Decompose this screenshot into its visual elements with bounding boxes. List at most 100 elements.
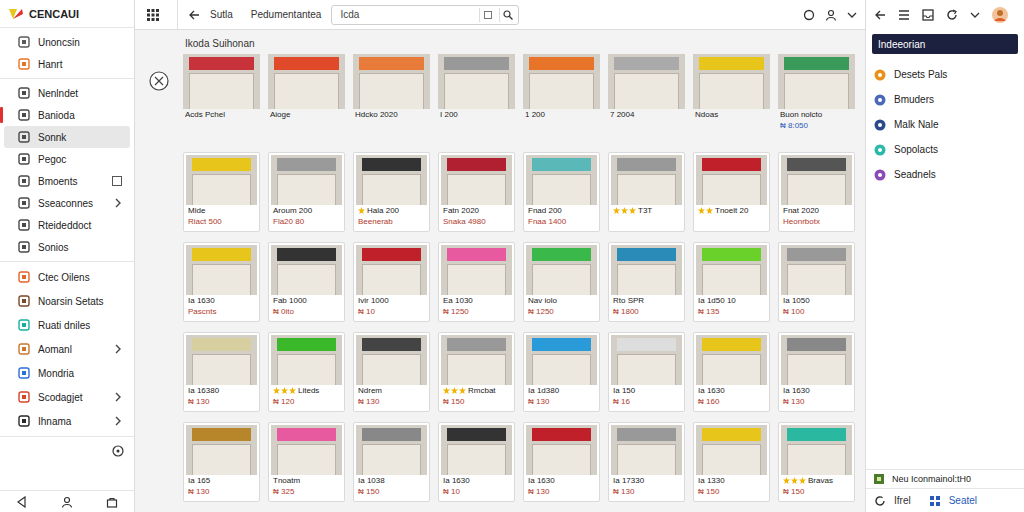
sidebar-item[interactable]: Bmoents <box>4 170 130 192</box>
sidebar-item[interactable]: Rteideddoct <box>4 214 130 236</box>
product-card[interactable]: Ia 1630₦ 10 <box>438 422 515 502</box>
product-card[interactable]: Acds Pchel <box>183 54 260 131</box>
sidebar-item[interactable]: Ihnama <box>4 409 130 433</box>
item-checkbox[interactable] <box>112 176 122 186</box>
product-card[interactable]: Ivir 1000₦ 10 <box>353 242 430 322</box>
bag-icon[interactable] <box>106 496 118 508</box>
add-circle-icon[interactable] <box>112 445 124 457</box>
sidebar-item[interactable]: Sonnk <box>4 126 130 148</box>
sidebar-item[interactable]: Nenlndet <box>4 82 130 104</box>
product-card[interactable]: Rmcbat₦ 150 <box>438 332 515 412</box>
clear-button[interactable] <box>479 8 495 22</box>
sidebar-item[interactable]: Sseaconnes <box>4 192 130 214</box>
panel-item-label: Malk Nale <box>894 119 938 130</box>
product-card[interactable]: Aroum 200Fla20 80 <box>268 152 345 232</box>
product-card[interactable]: Ia 1630₦ 130 <box>778 332 855 412</box>
panel-item[interactable]: Bmuders <box>866 87 1024 112</box>
inbox-icon[interactable] <box>922 9 934 21</box>
back-arrow-icon[interactable] <box>874 9 886 21</box>
product-card[interactable]: I 200 <box>438 54 515 131</box>
product-card[interactable]: Fnad 200Fnaa 1400 <box>523 152 600 232</box>
panel-item[interactable]: Malk Nale <box>866 112 1024 137</box>
tools-circle-icon[interactable] <box>149 71 169 91</box>
chevron-right-icon[interactable] <box>114 344 122 354</box>
product-card[interactable]: Ndoas <box>693 54 770 131</box>
sidebar-item[interactable]: Pegoc <box>4 148 130 170</box>
product-card[interactable]: Ndrem₦ 130 <box>353 332 430 412</box>
product-card[interactable]: Nav iolo₦ 1250 <box>523 242 600 322</box>
product-card[interactable]: Ia 150₦ 16 <box>608 332 685 412</box>
product-card[interactable]: MideRiact 500 <box>183 152 260 232</box>
panel-footer[interactable]: Neu Iconmainol:tH0 <box>866 469 1024 488</box>
sidebar-item[interactable]: Noarsin Setats <box>4 289 130 313</box>
product-card[interactable]: Tnoelt 20 <box>693 152 770 232</box>
product-card[interactable]: 1 200 <box>523 54 600 131</box>
apps-icon[interactable] <box>929 495 941 507</box>
product-card[interactable]: Liteds₦ 120 <box>268 332 345 412</box>
product-card[interactable]: Ia 1d380₦ 130 <box>523 332 600 412</box>
bottom-link[interactable]: Seatel <box>949 495 977 506</box>
sidebar-item[interactable]: Banioda <box>4 104 130 126</box>
sync-icon[interactable] <box>874 495 886 507</box>
sidebar-item[interactable]: Unoncsin <box>4 31 130 53</box>
sidebar-item[interactable]: Hanrt <box>4 53 130 75</box>
product-card[interactable]: Tnoatm₦ 325 <box>268 422 345 502</box>
circle-icon[interactable] <box>803 9 815 21</box>
chevron-right-icon[interactable] <box>114 198 122 208</box>
panel-item[interactable]: Seadnels <box>866 162 1024 187</box>
product-card[interactable]: 7 2004 <box>608 54 685 131</box>
grid-icon[interactable] <box>147 9 159 21</box>
product-card[interactable]: Ia 16380₦ 130 <box>183 332 260 412</box>
product-card[interactable]: Fatn 2020Snaka 4980 <box>438 152 515 232</box>
chevron-right-icon[interactable] <box>114 416 122 426</box>
refresh-icon[interactable] <box>946 9 958 21</box>
product-card[interactable]: Ia 1330₦ 150 <box>693 422 770 502</box>
sidebar-item[interactable]: Mondria <box>4 361 130 385</box>
product-card[interactable]: Fab 1000₦ 0ito <box>268 242 345 322</box>
sidebar-item[interactable]: Aomanl <box>4 337 130 361</box>
back-arrow-icon[interactable] <box>188 9 200 21</box>
product-card[interactable]: Ia 1d50 10₦ 135 <box>693 242 770 322</box>
product-card[interactable]: Aioge <box>268 54 345 131</box>
search-button[interactable] <box>499 8 515 22</box>
chevron-down-icon[interactable] <box>847 11 857 19</box>
product-card[interactable]: Buon nolcto₦ 8:050 <box>778 54 855 131</box>
store-photo <box>611 245 682 295</box>
product-card[interactable]: Ia 165₦ 130 <box>183 422 260 502</box>
panel-item[interactable]: Sopolacts <box>866 137 1024 162</box>
panel-item[interactable]: Indeeorian <box>872 34 1018 54</box>
chevron-right-icon[interactable] <box>114 392 122 402</box>
product-card[interactable]: Ia 1630Pascnts <box>183 242 260 322</box>
product-card[interactable]: Hala 200Beenerab <box>353 152 430 232</box>
card-line: ₦ 160 <box>696 396 767 407</box>
product-card[interactable]: Ia 1038₦ 150 <box>353 422 430 502</box>
rating <box>358 207 365 214</box>
product-card[interactable]: Hdcko 2020 <box>353 54 430 131</box>
sidebar-item[interactable]: Scodagjet <box>4 385 130 409</box>
list-icon[interactable] <box>898 9 910 21</box>
product-card[interactable]: Fnat 2020Heonrbotx <box>778 152 855 232</box>
breadcrumb[interactable]: Sutla <box>210 9 233 20</box>
person-icon[interactable] <box>825 9 837 21</box>
product-card[interactable]: Bravas₦ 150 <box>778 422 855 502</box>
person-icon[interactable] <box>61 496 73 508</box>
product-card[interactable]: Ea 1030₦ 1250 <box>438 242 515 322</box>
sidebar-item[interactable]: Sonios <box>4 236 130 258</box>
avatar-icon[interactable] <box>992 7 1008 23</box>
product-card[interactable]: Ia 1050₦ 100 <box>778 242 855 322</box>
sidebar-item[interactable]: Ruati dniles <box>4 313 130 337</box>
search-input[interactable] <box>338 8 475 21</box>
page-tab[interactable]: Pedumentantea <box>251 9 322 20</box>
bottom-link[interactable]: Ifrel <box>894 495 911 506</box>
product-card[interactable]: Rto SPR₦ 1800 <box>608 242 685 322</box>
product-card[interactable]: Ia 1630₦ 160 <box>693 332 770 412</box>
product-card[interactable]: T3T <box>608 152 685 232</box>
sidebar-item[interactable]: Ctec Oilens <box>4 265 130 289</box>
back-triangle-icon[interactable] <box>16 496 28 508</box>
app-logo[interactable]: CENCAUI <box>0 0 134 28</box>
product-card[interactable]: Ia 17330₦ 130 <box>608 422 685 502</box>
chevron-down-icon[interactable] <box>970 11 980 19</box>
product-card[interactable]: Ia 1630₦ 130 <box>523 422 600 502</box>
card-line: Mide <box>186 205 257 216</box>
panel-item[interactable]: Desets Pals <box>866 62 1024 87</box>
